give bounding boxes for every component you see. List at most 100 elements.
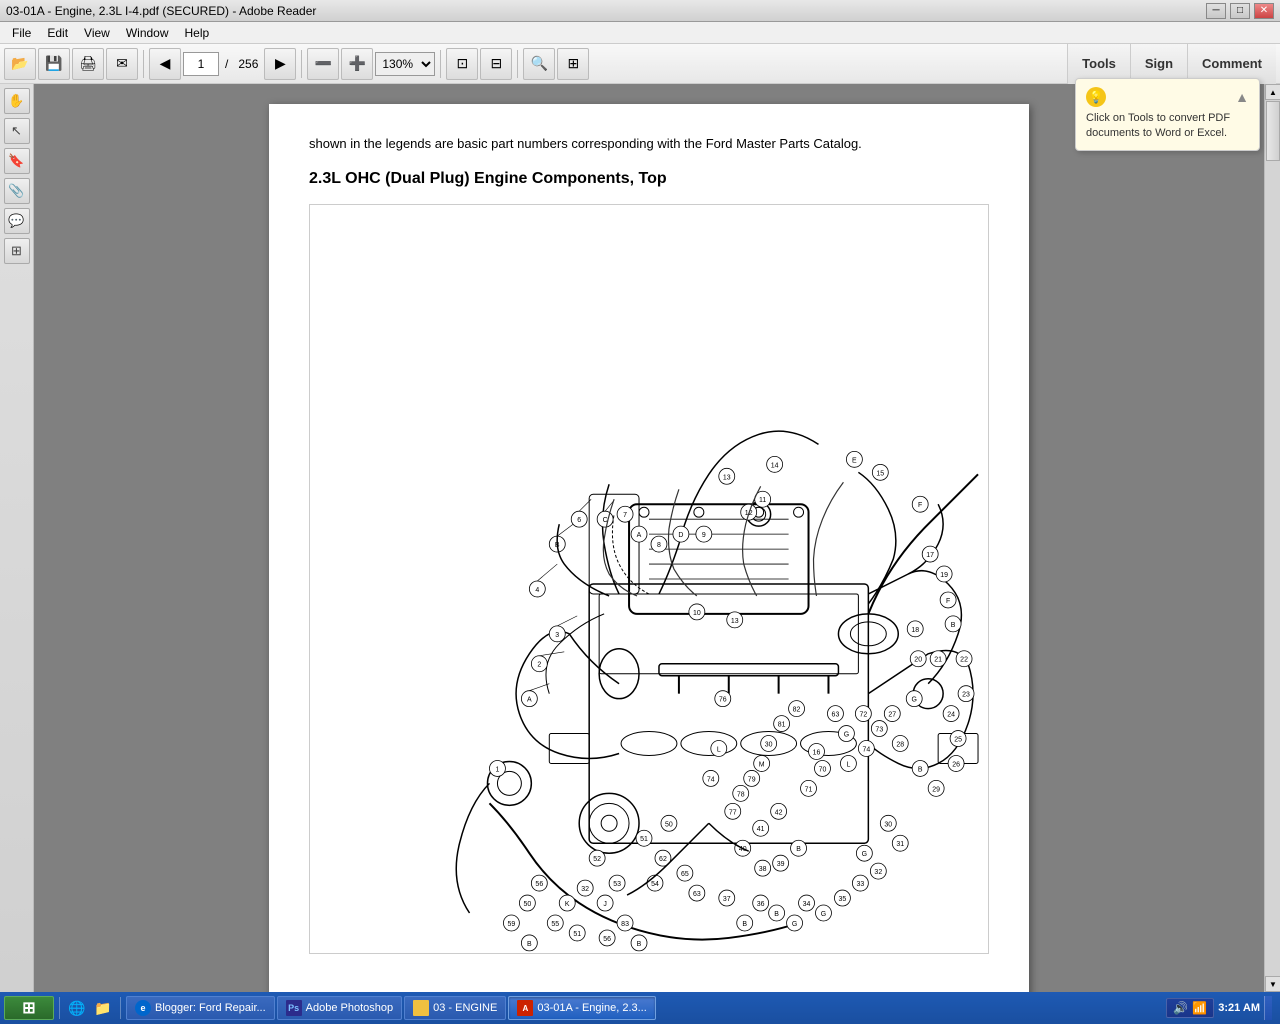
taskbar-pdf[interactable]: A 03-01A - Engine, 2.3...: [508, 996, 655, 1020]
svg-text:56: 56: [535, 881, 543, 888]
svg-text:53: 53: [613, 881, 621, 888]
svg-text:82: 82: [793, 706, 801, 713]
tooltip-close-button[interactable]: ▲: [1235, 89, 1249, 105]
svg-text:A: A: [527, 696, 532, 703]
zoom-in-button[interactable]: ➕: [341, 48, 373, 80]
photoshop-icon: Ps: [286, 1000, 302, 1016]
next-page-button[interactable]: ▶: [264, 48, 296, 80]
layers-tool[interactable]: ⊞: [4, 238, 30, 264]
taskbar-ie-quick[interactable]: 🌐: [65, 996, 89, 1020]
svg-text:1: 1: [496, 766, 500, 773]
page-number-input[interactable]: 1: [183, 52, 219, 76]
menu-bar: File Edit View Window Help: [0, 22, 1280, 44]
engine-folder-label: 03 - ENGINE: [433, 1002, 497, 1014]
taskbar-blogger[interactable]: e Blogger: Ford Repair...: [126, 996, 275, 1020]
prev-page-button[interactable]: ◀: [149, 48, 181, 80]
page-total: 256: [234, 57, 262, 71]
svg-text:B: B: [951, 621, 956, 628]
close-button[interactable]: ✕: [1254, 3, 1274, 19]
tooltip-icon: 💡: [1086, 87, 1106, 107]
svg-text:34: 34: [803, 901, 811, 908]
save-button[interactable]: 💾: [38, 48, 70, 80]
scroll-up-arrow[interactable]: ▲: [1265, 84, 1280, 100]
svg-text:54: 54: [651, 881, 659, 888]
svg-text:17: 17: [926, 552, 934, 559]
show-desktop-button[interactable]: [1264, 996, 1272, 1020]
menu-file[interactable]: File: [4, 22, 39, 43]
svg-text:70: 70: [819, 766, 827, 773]
svg-text:74: 74: [707, 776, 715, 783]
svg-text:51: 51: [573, 930, 581, 937]
select-tool[interactable]: ↖: [4, 118, 30, 144]
zoom-out-button[interactable]: ➖: [307, 48, 339, 80]
svg-text:52: 52: [593, 856, 601, 863]
menu-view[interactable]: View: [76, 22, 118, 43]
fit-page-button[interactable]: ⊡: [446, 48, 478, 80]
window-controls: ─ □ ✕: [1206, 3, 1274, 19]
svg-text:73: 73: [875, 726, 883, 733]
svg-text:D: D: [678, 532, 683, 539]
menu-window[interactable]: Window: [118, 22, 177, 43]
pdf-taskbar-icon: A: [517, 1000, 533, 1016]
taskbar-separator-2: [120, 997, 121, 1019]
svg-text:13: 13: [723, 474, 731, 481]
fit-width-button[interactable]: ⊟: [480, 48, 512, 80]
svg-text:42: 42: [775, 809, 783, 816]
svg-text:19: 19: [940, 572, 948, 579]
photoshop-label: Adobe Photoshop: [306, 1002, 393, 1014]
toolbar-separator-1: [143, 50, 144, 78]
bookmark-tool[interactable]: 🔖: [4, 148, 30, 174]
taskbar-engine-folder[interactable]: 03 - ENGINE: [404, 996, 506, 1020]
email-button[interactable]: ✉: [106, 48, 138, 80]
svg-text:6: 6: [577, 517, 581, 524]
svg-text:8: 8: [657, 542, 661, 549]
select-button[interactable]: ⊞: [557, 48, 589, 80]
menu-help[interactable]: Help: [177, 22, 218, 43]
scroll-thumb[interactable]: [1266, 101, 1280, 161]
right-scrollbar[interactable]: ▲ ▼: [1264, 84, 1280, 992]
clip-tool[interactable]: 📎: [4, 178, 30, 204]
svg-text:B: B: [918, 766, 923, 773]
svg-text:14: 14: [771, 462, 779, 469]
comment-tool[interactable]: 💬: [4, 208, 30, 234]
svg-text:74: 74: [862, 746, 870, 753]
taskbar-folder-quick[interactable]: 📁: [91, 996, 115, 1020]
maximize-button[interactable]: □: [1230, 3, 1250, 19]
svg-text:65: 65: [681, 871, 689, 878]
pdf-taskbar-label: 03-01A - Engine, 2.3...: [537, 1002, 646, 1014]
zoom-select[interactable]: 130% 100% 75% 50% 150%: [375, 52, 435, 76]
svg-text:4: 4: [535, 586, 539, 593]
svg-text:G: G: [844, 731, 849, 738]
svg-text:23: 23: [962, 691, 970, 698]
svg-text:63: 63: [693, 891, 701, 898]
start-button[interactable]: ⊞: [4, 996, 54, 1020]
pdf-area[interactable]: shown in the legends are basic part numb…: [34, 84, 1264, 992]
tooltip-popup: 💡 ▲ Click on Tools to convert PDF docume…: [1075, 78, 1260, 151]
minimize-button[interactable]: ─: [1206, 3, 1226, 19]
svg-text:37: 37: [723, 896, 731, 903]
scroll-down-arrow[interactable]: ▼: [1265, 976, 1280, 992]
engine-folder-icon: [413, 1000, 429, 1016]
menu-edit[interactable]: Edit: [39, 22, 76, 43]
svg-text:28: 28: [896, 741, 904, 748]
taskbar-photoshop[interactable]: Ps Adobe Photoshop: [277, 996, 402, 1020]
svg-text:E: E: [852, 457, 857, 464]
pdf-page: shown in the legends are basic part numb…: [269, 104, 1029, 992]
svg-text:32: 32: [581, 886, 589, 893]
svg-text:9: 9: [702, 532, 706, 539]
open-button[interactable]: 📂: [4, 48, 36, 80]
svg-text:72: 72: [859, 711, 867, 718]
svg-text:81: 81: [778, 721, 786, 728]
svg-text:G: G: [862, 851, 867, 858]
svg-text:27: 27: [888, 711, 896, 718]
page-separator: /: [221, 57, 232, 71]
svg-text:F: F: [946, 597, 950, 604]
svg-text:B: B: [637, 940, 642, 947]
svg-text:B: B: [527, 940, 532, 947]
svg-text:G: G: [792, 920, 797, 927]
svg-text:36: 36: [757, 901, 765, 908]
find-button[interactable]: 🔍: [523, 48, 555, 80]
hand-tool[interactable]: ✋: [4, 88, 30, 114]
print-button[interactable]: 🖨: [72, 48, 104, 80]
svg-text:51: 51: [640, 836, 648, 843]
